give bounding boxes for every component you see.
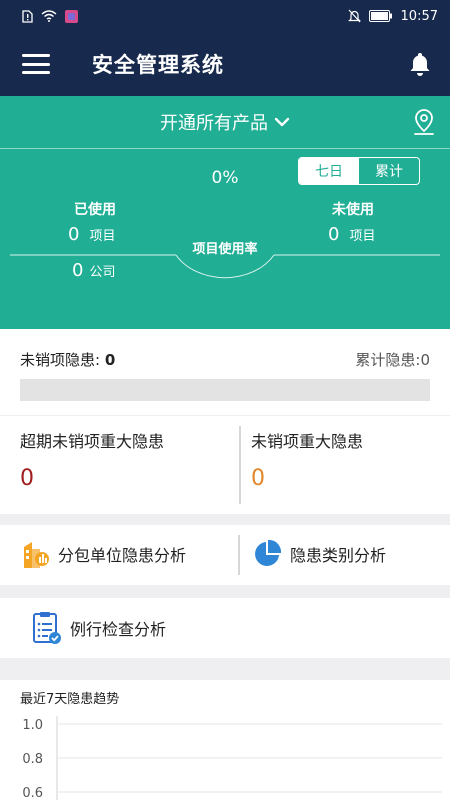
open-hazards: 未销项隐患: 0 (20, 349, 115, 370)
major-hazard-card: 超期未销项重大隐患 0 未销项重大隐患 0 (0, 416, 450, 514)
clipboard-check-icon (33, 612, 61, 644)
usage-rate-arc (10, 254, 440, 279)
unused-projects: 0 项目 (328, 224, 375, 245)
overdue-major-value: 0 (20, 466, 34, 491)
used-companies-value: 0 (72, 260, 84, 281)
sim-alert-icon (22, 9, 33, 23)
chart-y-tick-label: 1.0 (22, 718, 43, 733)
total-hazards: 累计隐患:0 (355, 349, 430, 370)
used-companies-unit: 公司 (89, 265, 116, 280)
usage-rate-value: 0% (211, 168, 239, 188)
total-hazards-value: 0 (420, 351, 430, 369)
hazard-summary-row: 未销项隐患: 0 累计隐患:0 (20, 349, 430, 370)
usage-panel: 开通所有产品 七日 累计 已使用 0 项目 0 公司 0% 项目使用率 未使用 … (0, 96, 450, 329)
open-major-label: 未销项重大隐患 (251, 432, 364, 451)
hazard-progress-bar (20, 379, 430, 401)
chart-y-tick-label: 0.8 (22, 752, 43, 767)
app-header: 安全管理系统 (0, 32, 450, 96)
routine-analysis-button[interactable]: 例行检查分析 (32, 611, 166, 645)
divider (238, 535, 240, 575)
analysis-menu-card: 分包单位隐患分析 隐患类别分析 (0, 525, 450, 585)
open-major-value: 0 (251, 466, 265, 491)
open-hazards-value: 0 (104, 351, 116, 369)
subcontract-analysis-button[interactable]: 分包单位隐患分析 (22, 539, 186, 569)
bell-icon[interactable] (408, 51, 432, 77)
overdue-major-label: 超期未销项重大隐患 (20, 432, 165, 451)
trend-chart: 1.0 0.8 0.6 (22, 716, 442, 800)
used-label: 已使用 (74, 202, 116, 218)
total-hazards-label: 累计隐患: (355, 351, 421, 369)
page-title: 安全管理系统 (92, 53, 224, 77)
status-time: 10:57 (400, 8, 438, 24)
unused-label: 未使用 (332, 202, 374, 218)
app-notification-icon (65, 9, 78, 23)
mute-icon (347, 9, 361, 23)
open-major-hazards[interactable]: 未销项重大隐患 0 (241, 416, 450, 514)
overdue-major-hazards[interactable]: 超期未销项重大隐患 0 (0, 416, 225, 514)
trend-chart-card: 最近7天隐患趋势 1.0 0.8 0.6 (0, 680, 450, 800)
routine-analysis-label: 例行检查分析 (70, 620, 167, 639)
category-analysis-button[interactable]: 隐患类别分析 (252, 539, 386, 569)
unused-projects-value: 0 (328, 224, 340, 245)
used-companies: 0 公司 (72, 260, 115, 281)
status-bar: 10:57 (0, 0, 450, 32)
pie-chart-icon (255, 539, 282, 566)
routine-menu-card: 例行检查分析 (0, 598, 450, 658)
open-hazards-label: 未销项隐患: (20, 351, 101, 369)
menu-icon[interactable] (22, 54, 50, 74)
wifi-icon (41, 10, 57, 22)
unused-projects-unit: 项目 (349, 229, 376, 244)
usage-rate-label: 项目使用率 (192, 242, 258, 257)
category-analysis-label: 隐患类别分析 (290, 546, 387, 565)
subcontract-analysis-label: 分包单位隐患分析 (58, 546, 187, 565)
hazard-summary-card: 未销项隐患: 0 累计隐患:0 (0, 329, 450, 415)
chart-y-tick-label: 0.6 (22, 786, 43, 800)
building-chart-icon (24, 542, 49, 568)
battery-icon (368, 10, 392, 22)
